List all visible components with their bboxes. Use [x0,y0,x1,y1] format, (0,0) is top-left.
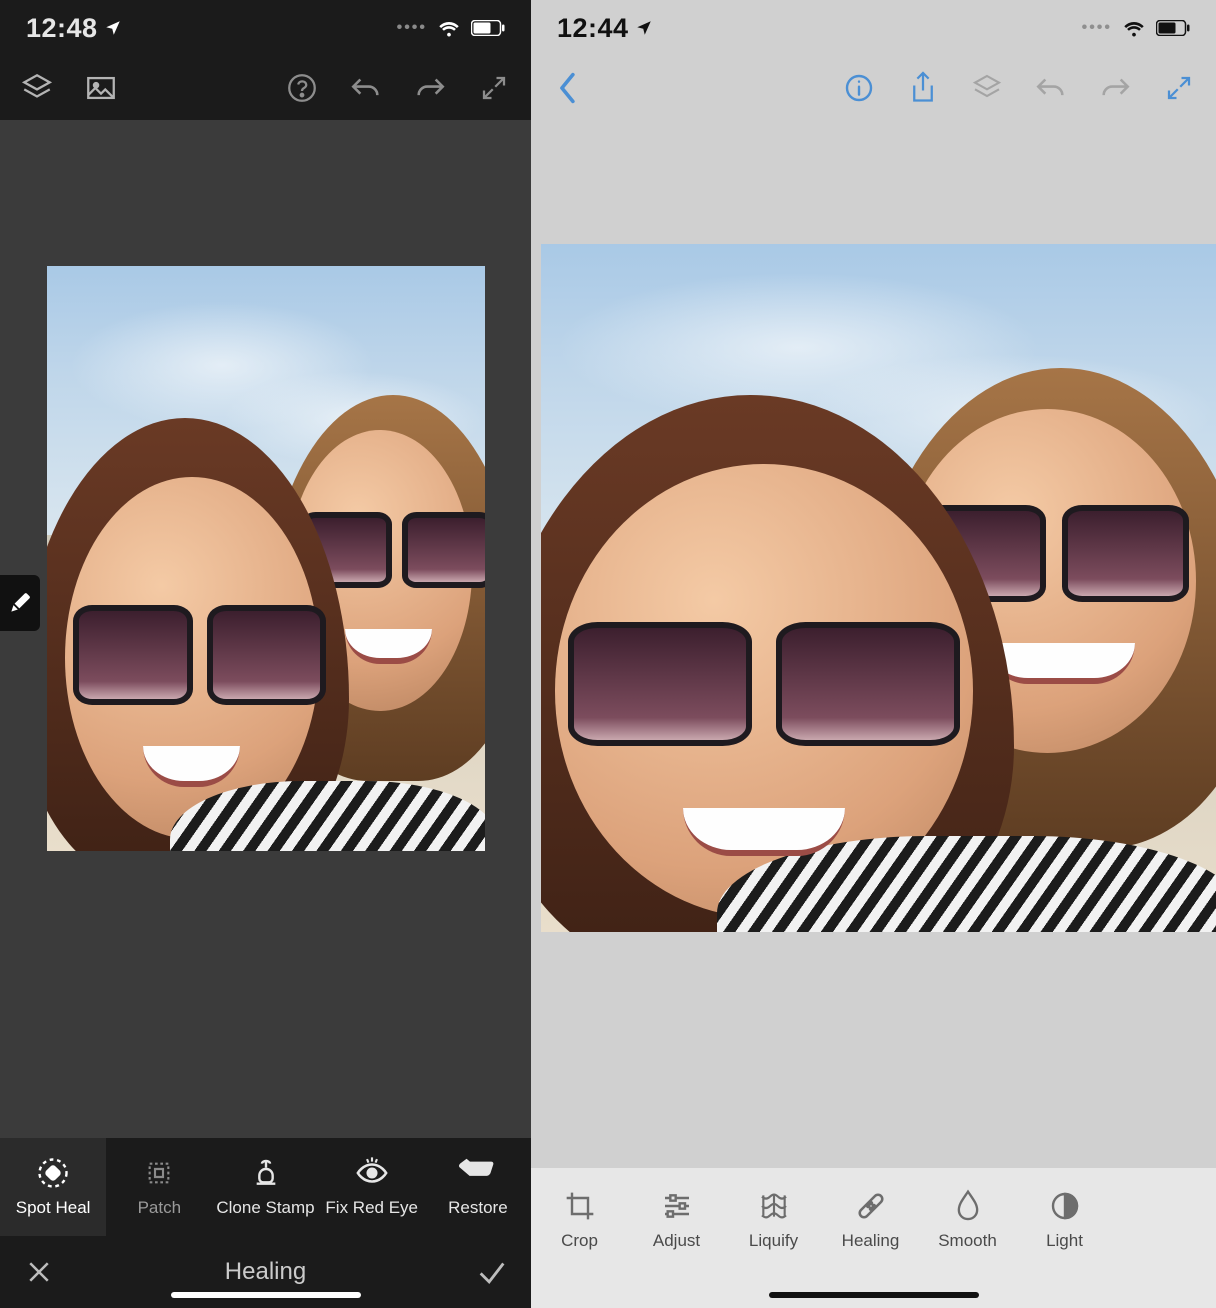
redo-icon [1098,73,1132,103]
tool-healing[interactable]: Healing [822,1168,919,1272]
sliders-icon [661,1190,693,1222]
more-dots-icon: •••• [1082,19,1112,37]
battery-icon [1156,20,1190,36]
main-tool-strip[interactable]: Crop Adjust Liquify Healing Smooth Light [531,1168,1216,1272]
clone-stamp-icon [250,1157,282,1189]
tool-label: Healing [842,1231,900,1251]
eraser-icon [458,1157,498,1189]
image-icon [84,71,118,105]
undo-button[interactable] [1030,67,1072,109]
exposure-icon [1049,1190,1081,1222]
tool-label: Smooth [938,1231,997,1251]
wifi-icon [1122,18,1146,38]
home-indicator-right[interactable] [769,1292,979,1298]
edited-photo-left[interactable] [47,266,485,851]
back-button[interactable] [547,67,589,109]
status-right-group: •••• [1082,18,1190,38]
status-right-group: •••• [397,18,505,38]
close-icon [24,1257,54,1287]
tool-label: Liquify [749,1231,798,1251]
tool-label: Restore [448,1198,508,1218]
mode-title: Healing [60,1258,471,1286]
editor-healing-mode: 12:48 •••• [0,0,531,1308]
healing-tool-strip: Spot Heal Patch Clone Stamp Fix Red Eye … [0,1138,531,1236]
share-button[interactable] [902,67,944,109]
info-button[interactable] [838,67,880,109]
layers-icon [971,72,1003,104]
redo-button[interactable] [1094,67,1136,109]
tool-spot-heal[interactable]: Spot Heal [0,1138,106,1236]
chevron-left-icon [554,71,582,105]
brush-settings-tab[interactable] [0,575,40,631]
clock-text: 12:48 [26,13,98,44]
layers-icon [20,71,54,105]
expand-icon [1164,73,1194,103]
info-icon [843,72,875,104]
status-time: 12:44 [557,13,653,44]
tool-label: Clone Stamp [216,1198,314,1218]
help-icon [285,71,319,105]
location-icon [104,19,122,37]
share-icon [908,70,938,106]
bandage-icon [854,1189,888,1223]
tool-label: Spot Heal [16,1198,91,1218]
tool-fix-red-eye[interactable]: Fix Red Eye [319,1138,425,1236]
redo-button[interactable] [409,67,451,109]
tool-label: Crop [561,1231,598,1251]
tool-crop[interactable]: Crop [531,1168,628,1272]
tool-label: Patch [138,1198,181,1218]
tool-light[interactable]: Light [1016,1168,1113,1272]
brush-icon [7,590,33,616]
image-layer-button[interactable] [80,67,122,109]
home-indicator-left[interactable] [171,1292,361,1298]
layers-button[interactable] [16,67,58,109]
tool-clone-stamp[interactable]: Clone Stamp [212,1138,318,1236]
fullscreen-button[interactable] [473,67,515,109]
patch-icon [143,1157,175,1189]
redo-icon [413,73,447,103]
more-dots-icon: •••• [397,19,427,37]
location-icon [635,19,653,37]
status-bar-right: 12:44 •••• [531,0,1216,56]
tool-adjust[interactable]: Adjust [628,1168,725,1272]
clock-text: 12:44 [557,13,629,44]
tool-patch[interactable]: Patch [106,1138,212,1236]
help-button[interactable] [281,67,323,109]
spot-heal-icon [35,1155,71,1191]
status-time: 12:48 [26,13,122,44]
undo-icon [1034,73,1068,103]
expand-icon [479,73,509,103]
tool-label: Light [1046,1231,1083,1251]
undo-button[interactable] [345,67,387,109]
drop-icon [954,1189,982,1223]
check-icon [475,1257,509,1287]
status-bar-left: 12:48 •••• [0,0,531,56]
bottom-safe-area [531,1272,1216,1308]
canvas-area-left[interactable] [0,120,531,1138]
tool-restore[interactable]: Restore [425,1138,531,1236]
crop-icon [564,1190,596,1222]
wifi-icon [437,18,461,38]
fullscreen-button[interactable] [1158,67,1200,109]
layers-button[interactable] [966,67,1008,109]
canvas-area-right[interactable] [531,120,1216,1168]
tool-smooth[interactable]: Smooth [919,1168,1016,1272]
undo-icon [349,73,383,103]
liquify-icon [758,1190,790,1222]
tool-label: Adjust [653,1231,700,1251]
top-toolbar-right [531,56,1216,120]
red-eye-icon [355,1156,389,1190]
battery-icon [471,20,505,36]
tool-liquify[interactable]: Liquify [725,1168,822,1272]
cancel-button[interactable] [18,1251,60,1293]
top-toolbar-left [0,56,531,120]
tool-label: Fix Red Eye [325,1198,418,1218]
edited-photo-right[interactable] [541,244,1216,932]
editor-main-mode: 12:44 •••• [531,0,1216,1308]
confirm-button[interactable] [471,1251,513,1293]
